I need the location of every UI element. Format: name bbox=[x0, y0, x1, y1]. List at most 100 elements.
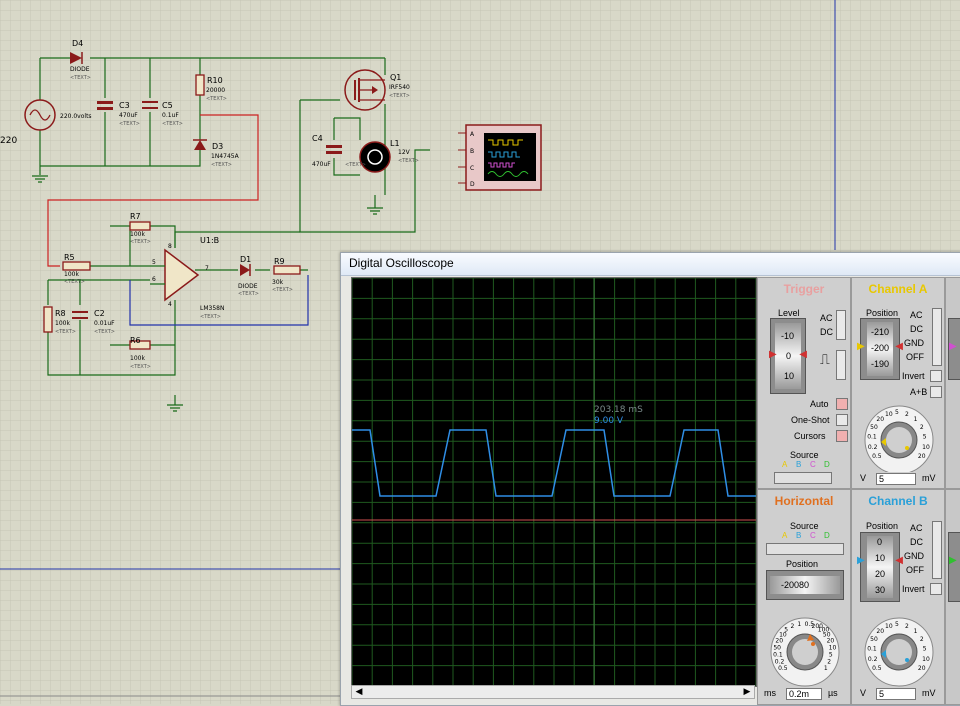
channel-a-off[interactable]: OFF bbox=[906, 352, 924, 362]
c3-value: 470uF bbox=[119, 112, 138, 119]
channel-b-unit-mv: mV bbox=[922, 688, 936, 698]
channel-b-position-control[interactable]: 0 10 20 30 ▶ ◀ bbox=[857, 532, 903, 602]
scope-display[interactable]: 203.18 mS 9.00 V bbox=[351, 277, 757, 687]
c2-ref: C2 bbox=[94, 309, 105, 318]
text-placeholder: <TEXT> bbox=[200, 314, 221, 320]
channel-a-volts-knob[interactable]: 0.50.20.1502010 5 21251020 bbox=[854, 398, 944, 472]
channel-a-title: Channel A bbox=[868, 282, 928, 296]
channel-a-ac[interactable]: AC bbox=[910, 310, 923, 320]
scope-trace-area: 203.18 mS 9.00 V bbox=[351, 277, 757, 687]
c5-ref: C5 bbox=[162, 101, 173, 110]
trigger-dc[interactable]: DC bbox=[820, 327, 833, 337]
source-b[interactable]: B bbox=[796, 531, 801, 540]
trigger-auto-button[interactable] bbox=[836, 398, 848, 410]
channel-a-invert-label: Invert bbox=[902, 371, 925, 381]
channel-b-invert-button[interactable] bbox=[930, 583, 942, 595]
text-placeholder: <TEXT> bbox=[211, 162, 232, 168]
dial-mark: 2 bbox=[920, 636, 924, 643]
dial-mark: 2 bbox=[920, 424, 924, 431]
channel-a-invert-button[interactable] bbox=[930, 370, 942, 382]
channel-b-ac[interactable]: AC bbox=[910, 523, 923, 533]
resistor-icon[interactable] bbox=[129, 221, 151, 231]
dial-mark: 0.2 bbox=[775, 659, 785, 666]
trigger-coupling-switch[interactable] bbox=[836, 310, 846, 340]
position-tick: 0 bbox=[877, 537, 883, 547]
channel-a-volts-field[interactable]: 5 bbox=[876, 473, 916, 485]
channel-c-section: ▶ bbox=[945, 277, 960, 489]
dial-mark: 0.5 bbox=[872, 453, 882, 460]
channel-d-position-control[interactable]: ▶ bbox=[948, 532, 960, 602]
channel-a-aplusb-label: A+B bbox=[910, 387, 928, 397]
channel-c-position-control[interactable]: ▶ bbox=[948, 318, 960, 380]
channel-b-volts-field[interactable]: 5 bbox=[876, 688, 916, 700]
channel-a-aplusb-button[interactable] bbox=[930, 386, 942, 398]
scope-horizontal-scrollbar[interactable]: ◀ ▶ bbox=[351, 685, 755, 699]
level-marker-icon: ◀ bbox=[799, 349, 807, 360]
q1-value: IRF540 bbox=[389, 84, 410, 91]
channel-d-section: ▶ bbox=[945, 489, 960, 705]
channel-a-position-label: Position bbox=[866, 308, 899, 318]
resistor-icon[interactable] bbox=[273, 265, 301, 275]
scroll-left-icon[interactable]: ◀ bbox=[352, 686, 366, 698]
resistor-icon[interactable] bbox=[43, 306, 53, 333]
source-d[interactable]: D bbox=[824, 531, 830, 540]
channel-b-volts-knob[interactable]: 0.50.20.1502010 5 21251020 bbox=[854, 610, 944, 688]
dial-mark: 2 bbox=[827, 659, 831, 666]
channel-b-dc[interactable]: DC bbox=[910, 537, 923, 547]
text-placeholder: <TEXT> bbox=[272, 287, 293, 293]
channel-a-dc[interactable]: DC bbox=[910, 324, 923, 334]
cursor-time: 203.18 mS bbox=[594, 405, 643, 415]
trigger-section: Trigger Level -10 0 10 ▶ ◀ AC DC ⎍ Auto … bbox=[757, 277, 851, 489]
window-titlebar[interactable]: Digital Oscilloscope bbox=[341, 253, 960, 276]
resistor-icon[interactable] bbox=[195, 74, 205, 96]
channel-a-gnd[interactable]: GND bbox=[904, 338, 924, 348]
r6-value: 100k bbox=[130, 355, 145, 362]
r8-value: 100k bbox=[55, 320, 70, 327]
source-a[interactable]: A bbox=[782, 531, 787, 540]
text-placeholder: <TEXT> bbox=[238, 291, 259, 297]
horizontal-unit-ms: ms bbox=[764, 688, 776, 698]
trigger-cursors-button[interactable] bbox=[836, 430, 848, 442]
source-c[interactable]: C bbox=[810, 460, 816, 469]
channel-b-mode-switch[interactable] bbox=[932, 521, 942, 579]
trigger-edge-switch[interactable] bbox=[836, 350, 846, 380]
source-c[interactable]: C bbox=[810, 531, 816, 540]
trigger-ac[interactable]: AC bbox=[820, 313, 833, 323]
dial-mark: 5 bbox=[895, 409, 899, 416]
dial-mark: 50 bbox=[870, 636, 878, 643]
resistor-icon[interactable] bbox=[62, 261, 91, 271]
horizontal-position-control[interactable]: -20080 bbox=[766, 570, 844, 600]
dial-mark: 20 bbox=[876, 628, 884, 635]
trigger-level-control[interactable]: -10 0 10 ▶ ◀ bbox=[769, 318, 807, 394]
channel-b-off[interactable]: OFF bbox=[906, 565, 924, 575]
dial-mark: 0.5 bbox=[872, 665, 882, 672]
channel-a-section: Channel A Position -210 -200 -190 ▶ ◀ AC… bbox=[851, 277, 945, 489]
r6-ref: R6 bbox=[130, 336, 141, 345]
channel-a-position-control[interactable]: -210 -200 -190 ▶ ◀ bbox=[857, 318, 903, 380]
horizontal-time-field[interactable]: 0.2m bbox=[786, 688, 822, 700]
trigger-source-slider[interactable] bbox=[774, 472, 832, 484]
dial-mark: 1 bbox=[914, 628, 918, 635]
oscilloscope-window[interactable]: Digital Oscilloscope 203.18 mS 9.00 V ◀ … bbox=[340, 252, 960, 706]
scroll-right-icon[interactable]: ▶ bbox=[740, 686, 754, 698]
source-a[interactable]: A bbox=[782, 460, 787, 469]
dial-mark: 10 bbox=[922, 656, 930, 663]
c4-ref: C4 bbox=[312, 134, 323, 143]
source-value: 220 bbox=[0, 136, 17, 146]
channel-a-unit-v: V bbox=[860, 473, 867, 483]
source-d[interactable]: D bbox=[824, 460, 830, 469]
source-b[interactable]: B bbox=[796, 460, 801, 469]
horizontal-time-knob[interactable]: 0.50.20.150201052 1 0.5200100502010521 bbox=[760, 610, 850, 688]
horizontal-source-slider[interactable] bbox=[766, 543, 844, 555]
pin-4: 4 bbox=[168, 301, 172, 308]
position-marker-icon: ▶ bbox=[857, 555, 865, 566]
position-tick: 30 bbox=[875, 585, 886, 595]
text-placeholder: <TEXT> bbox=[345, 162, 366, 168]
channel-b-gnd[interactable]: GND bbox=[904, 551, 924, 561]
text-placeholder: <TEXT> bbox=[206, 96, 227, 102]
r5-ref: R5 bbox=[64, 253, 75, 262]
trigger-oneshot-button[interactable] bbox=[836, 414, 848, 426]
channel-a-mode-switch[interactable] bbox=[932, 308, 942, 366]
r8-ref: R8 bbox=[55, 309, 66, 318]
pin-7: 7 bbox=[205, 265, 209, 272]
